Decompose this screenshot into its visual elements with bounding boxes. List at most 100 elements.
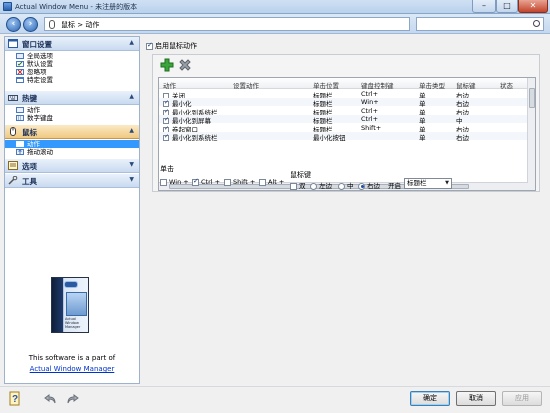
- search-input[interactable]: [416, 17, 544, 31]
- sidebar: 窗口设置 ▲ 全局选项 默认设置 忽略项 特定设置 热键 ▲ 动作 数字键盘 鼠…: [4, 36, 140, 384]
- row-button: 右边: [456, 134, 469, 142]
- sidebar-item-default-settings[interactable]: 默认设置: [13, 60, 139, 68]
- sidebar-section-title: 鼠标: [22, 128, 37, 137]
- row-key: Shift+: [361, 123, 382, 132]
- search-icon[interactable]: [533, 20, 540, 27]
- open-label: 开启: [388, 182, 401, 190]
- row-type: 单: [419, 134, 426, 142]
- sidebar-section-window-settings[interactable]: 窗口设置 ▲: [5, 37, 139, 51]
- alt-modifier-checkbox[interactable]: Alt +: [259, 178, 284, 186]
- sidebar-item-drag-scroll[interactable]: 拖动滚动: [13, 148, 139, 156]
- sidebar-item-label: 拖动滚动: [27, 148, 53, 156]
- breadcrumb: 鼠标 > 动作: [61, 21, 100, 29]
- svg-text:?: ?: [12, 394, 18, 405]
- add-icon[interactable]: [160, 58, 174, 72]
- sidebar-item-numpad[interactable]: 数字键盘: [13, 114, 139, 122]
- radio[interactable]: [358, 182, 365, 190]
- sidebar-item-label: 忽略项: [27, 68, 47, 76]
- checkbox[interactable]: [259, 178, 266, 186]
- minimize-button[interactable]: –: [472, 0, 496, 13]
- sidebar-item-ignore[interactable]: 忽略项: [13, 68, 139, 76]
- middle-button-radio[interactable]: 中: [338, 180, 354, 190]
- promo-area: Actual Window Manager This software is a …: [5, 273, 139, 383]
- promo-text: This software is a part of: [28, 354, 116, 362]
- delete-icon[interactable]: [178, 58, 192, 72]
- sidebar-item-global-options[interactable]: 全局选项: [13, 52, 139, 60]
- row-checkbox[interactable]: [163, 133, 169, 141]
- table-row[interactable]: 关闭 标题栏 Ctrl+ 单 右边: [159, 89, 535, 100]
- ignore-icon: [16, 69, 24, 75]
- table-row[interactable]: 最小化到系统栏 标题栏 Ctrl+ 单 右边: [159, 106, 535, 117]
- row-key: Win+: [361, 98, 379, 106]
- window-settings-icon: [16, 77, 24, 83]
- sidebar-item-label: 动作: [27, 140, 40, 148]
- help-icon[interactable]: ?: [9, 391, 22, 407]
- sidebar-section-title: 工具: [22, 177, 37, 186]
- row-key: Ctrl+: [361, 89, 379, 98]
- chevron-down-icon[interactable]: ▼: [443, 179, 451, 188]
- apply-button[interactable]: 应用: [502, 391, 542, 406]
- sidebar-item-specific-settings[interactable]: 特定设置: [13, 76, 139, 84]
- win-modifier-checkbox[interactable]: Win +: [160, 178, 189, 186]
- sidebar-item-mouse-actions[interactable]: 动作: [5, 140, 139, 148]
- row-key: Ctrl+: [361, 115, 379, 123]
- right-button-radio[interactable]: 右边: [358, 180, 380, 190]
- table-row[interactable]: 最小化到屏幕 标题栏 Ctrl+ 单 中: [159, 114, 535, 125]
- select-value: 标题栏: [407, 179, 427, 187]
- expand-icon[interactable]: ▼: [129, 176, 134, 183]
- checkbox[interactable]: [160, 178, 167, 186]
- window-title: Actual Window Menu - 未注册的版本: [15, 3, 138, 11]
- window-icon: [8, 39, 18, 48]
- back-arrow-icon[interactable]: ‹: [6, 17, 21, 32]
- checkbox[interactable]: [192, 177, 199, 186]
- action-icon: [16, 141, 24, 147]
- sidebar-item-hotkey-actions[interactable]: 动作: [13, 106, 139, 114]
- action-icon: [16, 107, 24, 113]
- enable-mouse-actions-checkbox[interactable]: 启用鼠标动作: [146, 41, 197, 51]
- promo-link[interactable]: Actual Window Manager: [5, 365, 139, 373]
- cancel-button[interactable]: 取消: [456, 391, 496, 406]
- radio[interactable]: [338, 182, 345, 190]
- checkbox[interactable]: [290, 182, 297, 190]
- radio[interactable]: [310, 182, 317, 190]
- sidebar-section-title: 热键: [22, 94, 37, 103]
- collapse-icon[interactable]: ▲: [129, 127, 134, 134]
- close-button[interactable]: ✕: [518, 0, 548, 13]
- shift-modifier-checkbox[interactable]: Shift +: [224, 178, 255, 186]
- ok-button[interactable]: 确定: [410, 391, 450, 406]
- undo-icon[interactable]: [44, 393, 57, 405]
- keyboard-icon: [8, 95, 18, 101]
- tools-icon: [8, 176, 18, 185]
- sidebar-section-mouse[interactable]: 鼠标 ▲: [5, 125, 139, 139]
- table-row[interactable]: 最小化 标题栏 Win+ 单 右边: [159, 97, 535, 108]
- navigation-bar: ‹ › 鼠标 > 动作: [0, 14, 550, 34]
- sidebar-section-options[interactable]: 选项 ▼: [5, 159, 139, 173]
- redo-icon[interactable]: [66, 393, 79, 405]
- collapse-icon[interactable]: ▲: [129, 39, 134, 46]
- row-position: 最小化按钮: [313, 134, 346, 142]
- open-location-select[interactable]: 标题栏 ▼: [404, 178, 452, 189]
- checkbox[interactable]: [224, 178, 231, 186]
- table-row[interactable]: 最小化到系统栏 最小化按钮 单 右边: [159, 131, 535, 142]
- app-icon: [3, 2, 12, 11]
- expand-icon[interactable]: ▼: [129, 161, 134, 168]
- maximize-button[interactable]: □: [496, 0, 518, 13]
- double-click-checkbox[interactable]: 双: [290, 180, 306, 190]
- options-icon: [8, 161, 18, 170]
- product-box-image: Actual Window Manager: [51, 277, 89, 333]
- sidebar-item-label: 数字键盘: [27, 114, 53, 122]
- sidebar-section-hotkeys[interactable]: 热键 ▲: [5, 91, 139, 105]
- address-bar[interactable]: 鼠标 > 动作: [44, 17, 410, 31]
- left-button-radio[interactable]: 左边: [310, 180, 332, 190]
- sidebar-section-tools[interactable]: 工具 ▼: [5, 174, 139, 188]
- enable-label: 启用鼠标动作: [155, 42, 197, 50]
- title-bar: Actual Window Menu - 未注册的版本 – □ ✕: [0, 0, 550, 14]
- main-panel: 启用鼠标动作 动作 设置动作 单击位置 键盘控制键 单击类型 鼠标键 状态 关闭…: [144, 36, 546, 384]
- forward-arrow-icon[interactable]: ›: [23, 17, 38, 32]
- checkbox[interactable]: [146, 41, 153, 50]
- table-header: 动作 设置动作 单击位置 键盘控制键 单击类型 鼠标键 状态: [159, 78, 535, 90]
- ctrl-modifier-checkbox[interactable]: Ctrl +: [192, 177, 220, 186]
- table-row[interactable]: 卷起窗口 标题栏 Shift+ 单 右边: [159, 123, 535, 134]
- collapse-icon[interactable]: ▲: [129, 93, 134, 100]
- numpad-icon: [16, 115, 24, 121]
